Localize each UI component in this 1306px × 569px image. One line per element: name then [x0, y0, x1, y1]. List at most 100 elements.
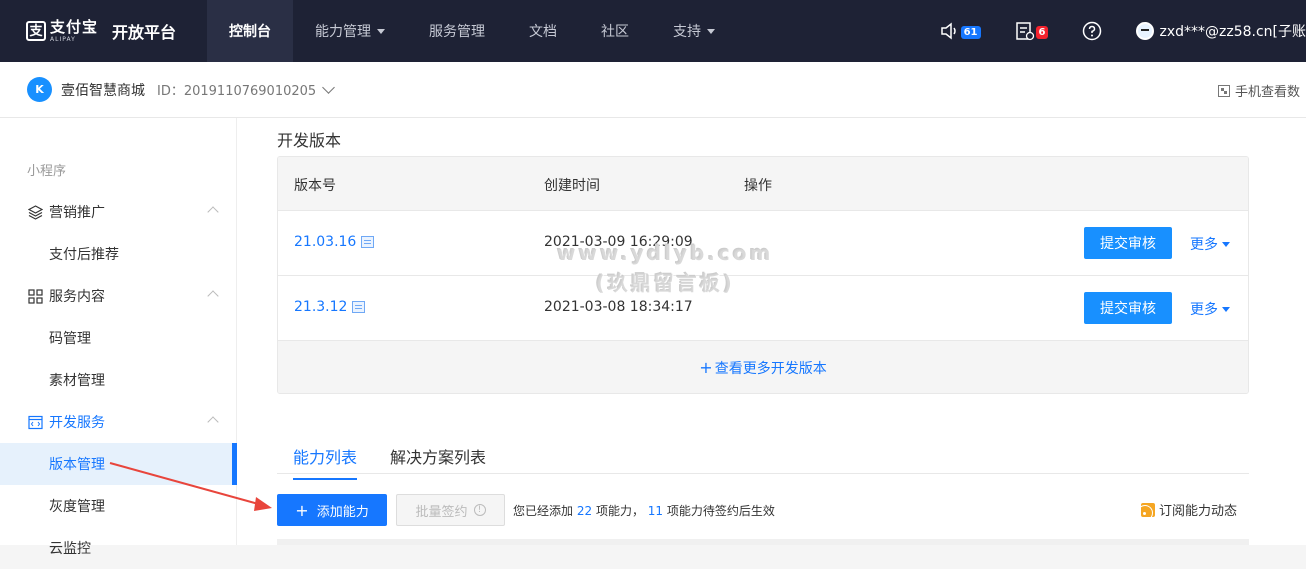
chevron-down-icon[interactable] [322, 80, 336, 94]
help-button[interactable] [1082, 21, 1102, 41]
version-number: 21.3.12 [294, 299, 348, 315]
sidebar-group-label: 服务内容 [49, 289, 105, 305]
mobile-view-label: 手机查看数 [1235, 85, 1301, 100]
capability-tabs: 能力列表 解决方案列表 [277, 434, 1249, 480]
notice-button[interactable]: 61 [940, 22, 981, 40]
speaker-icon [940, 22, 956, 40]
sidebar-item-cloud-monitor[interactable]: 云监控 [0, 527, 237, 569]
nav-console[interactable]: 控制台 [207, 0, 293, 62]
app-logo-icon: K [27, 77, 52, 102]
document-icon [361, 236, 375, 248]
version-number: 21.03.16 [294, 234, 357, 250]
more-label: 更多 [1190, 237, 1218, 253]
chevron-up-icon [207, 206, 219, 218]
dev-version-table: 版本号 创建时间 操作 21.03.16 2021-03-09 16:29:09… [277, 156, 1249, 394]
mobile-view-button[interactable]: 手机查看数 [1218, 81, 1300, 100]
task-button[interactable]: 6 [1015, 21, 1049, 41]
logo-en: ALIPAY [50, 35, 76, 43]
sidebar-item-code-management[interactable]: 码管理 [0, 317, 237, 359]
user-account-label: zxd***@zz58.cn[子账 [1159, 24, 1306, 40]
alipay-logo-text: 支付宝 ALIPAY [50, 19, 98, 43]
submit-review-button[interactable]: 提交审核 [1084, 227, 1172, 259]
table-row: 21.03.16 2021-03-09 16:29:09 提交审核 更多 [278, 211, 1248, 276]
plus-icon: + [699, 358, 713, 377]
stats-text: 您已经添加 [513, 504, 574, 518]
sidebar-item-label: 云监控 [49, 541, 91, 557]
alipay-logo-icon: 支 [26, 21, 46, 41]
table-header: 版本号 创建时间 操作 [278, 157, 1248, 211]
user-account-menu[interactable]: zxd***@zz58.cn[子账 [1136, 21, 1306, 41]
version-link[interactable]: 21.3.12 [294, 299, 366, 315]
sidebar-item-version-management[interactable]: 版本管理 [0, 443, 237, 485]
stats-text: 项能力待签约后生效 [666, 504, 775, 518]
sidebar-group-dev-service[interactable]: 开发服务 [0, 401, 237, 443]
app-id: ID：2019110769010205 [157, 84, 317, 99]
chevron-up-icon [207, 416, 219, 428]
more-dropdown[interactable]: 更多 [1190, 299, 1230, 319]
nav-docs[interactable]: 文档 [507, 0, 579, 62]
main-nav: 控制台 能力管理 服务管理 文档 社区 支持 [207, 0, 737, 62]
submit-review-button[interactable]: 提交审核 [1084, 292, 1172, 324]
sidebar-item-label: 素材管理 [49, 373, 105, 389]
column-version: 版本号 [294, 178, 336, 194]
sidebar: 小程序 营销推广 支付后推荐 服务内容 码管理 素材管理 开发服务 版本管理 灰… [0, 118, 237, 557]
sidebar-item-label: 码管理 [49, 331, 91, 347]
grid-icon [27, 288, 43, 304]
stats-text: 项能力， [595, 504, 644, 518]
table-row: 21.3.12 2021-03-08 18:34:17 提交审核 更多 [278, 276, 1248, 341]
sidebar-item-post-payment-recommend[interactable]: 支付后推荐 [0, 233, 237, 275]
sidebar-group-service-content[interactable]: 服务内容 [0, 275, 237, 317]
sidebar-item-material-management[interactable]: 素材管理 [0, 359, 237, 401]
version-link[interactable]: 21.03.16 [294, 234, 375, 250]
column-created-time: 创建时间 [544, 178, 600, 194]
sidebar-group-marketing[interactable]: 营销推广 [0, 191, 237, 233]
task-list-icon [1015, 22, 1034, 41]
created-time: 2021-03-09 16:29:09 [544, 234, 693, 250]
sidebar-section-title: 小程序 [27, 164, 67, 179]
tab-capability-list[interactable]: 能力列表 [293, 444, 358, 480]
add-capability-label: 添加能力 [316, 504, 369, 520]
layers-icon [27, 204, 43, 220]
nav-label: 社区 [601, 24, 629, 40]
column-actions: 操作 [744, 178, 772, 194]
nav-label: 控制台 [229, 24, 271, 40]
brand-title: 开放平台 [112, 23, 177, 42]
pending-count: 11 [647, 504, 664, 518]
subscribe-capability-updates[interactable]: 订阅能力动态 [1141, 500, 1237, 519]
more-label: 更多 [1190, 302, 1218, 318]
qr-code-icon [1218, 84, 1230, 97]
sidebar-item-gray-release[interactable]: 灰度管理 [0, 485, 237, 527]
nav-label: 能力管理 [315, 24, 371, 40]
batch-sign-button[interactable]: 批量签约 ! [396, 494, 505, 526]
nav-community[interactable]: 社区 [579, 0, 651, 62]
main-content: 开发版本 版本号 创建时间 操作 21.03.16 2021-03-09 16:… [237, 118, 1306, 545]
caret-down-icon [707, 28, 715, 34]
info-icon: ! [473, 504, 486, 516]
code-icon [27, 414, 43, 430]
sidebar-group-label: 营销推广 [49, 205, 105, 221]
capability-stats: 您已经添加 22 项能力， 11 项能力待签约后生效 [513, 502, 775, 519]
added-count: 22 [576, 504, 593, 518]
section-title: 开发版本 [277, 131, 342, 150]
batch-sign-label: 批量签约 [415, 504, 468, 520]
rss-icon [1141, 502, 1155, 517]
nav-service-management[interactable]: 服务管理 [407, 0, 507, 62]
tab-solution-list[interactable]: 解决方案列表 [390, 444, 486, 478]
more-dropdown[interactable]: 更多 [1190, 234, 1230, 254]
nav-support[interactable]: 支持 [651, 0, 737, 62]
add-capability-button[interactable]: + 添加能力 [277, 494, 387, 526]
notice-count-badge: 61 [960, 25, 981, 39]
plus-icon: + [295, 500, 309, 520]
view-more-label: 查看更多开发版本 [714, 360, 827, 377]
caret-down-icon [1222, 306, 1230, 312]
top-right-tools: 61 6 zxd***@zz58.cn[子账 [940, 0, 1306, 62]
caret-down-icon [1222, 241, 1230, 247]
view-more-versions-button[interactable]: + 查看更多开发版本 [278, 341, 1248, 393]
document-icon [352, 301, 366, 313]
nav-capability-management[interactable]: 能力管理 [293, 0, 407, 62]
help-icon [1083, 21, 1102, 41]
app-name: 壹佰智慧商城 [61, 82, 145, 99]
nav-label: 服务管理 [429, 24, 485, 40]
caret-down-icon [377, 28, 385, 34]
brand[interactable]: 支 支付宝 ALIPAY 开放平台 [0, 0, 207, 62]
